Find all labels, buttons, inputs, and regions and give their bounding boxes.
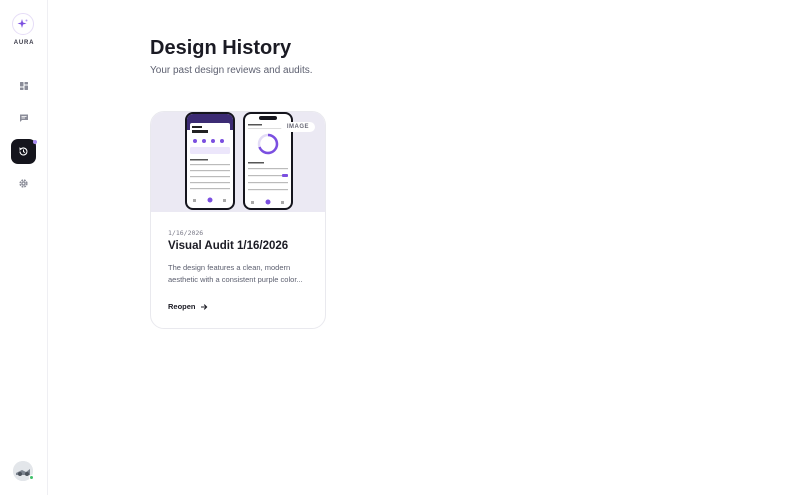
chat-icon xyxy=(19,114,28,122)
sidebar: AURA xyxy=(0,0,48,495)
active-indicator xyxy=(33,140,37,144)
media-type-badge: IMAGE xyxy=(280,122,315,132)
dashboard-icon xyxy=(19,81,28,90)
sidebar-item-history[interactable] xyxy=(11,139,37,164)
card-title: Visual Audit 1/16/2026 xyxy=(168,240,289,252)
page-title: Design History xyxy=(150,37,292,59)
sidebar-item-settings[interactable] xyxy=(11,171,36,196)
reopen-button[interactable]: Reopen xyxy=(168,302,208,311)
sidebar-item-dashboard[interactable] xyxy=(11,73,36,98)
online-status-dot xyxy=(29,475,34,480)
history-card[interactable]: IMAGE 1/16/2026 Visual Audit 1/16/2026 T… xyxy=(150,111,326,329)
history-icon xyxy=(19,147,28,156)
page-subtitle: Your past design reviews and audits. xyxy=(150,65,313,76)
arrow-right-icon xyxy=(200,303,207,310)
gear-icon xyxy=(19,179,28,188)
sidebar-item-reviews[interactable] xyxy=(11,105,36,130)
phone-mockup-dashboard xyxy=(185,112,235,210)
reopen-label: Reopen xyxy=(168,302,196,311)
card-date: 1/16/2026 xyxy=(168,229,204,237)
brand-name: AURA xyxy=(13,40,35,46)
card-description: The design features a clean, modern aest… xyxy=(168,263,303,284)
aura-logo-icon[interactable] xyxy=(12,13,34,35)
card-thumbnail: IMAGE xyxy=(151,112,325,212)
